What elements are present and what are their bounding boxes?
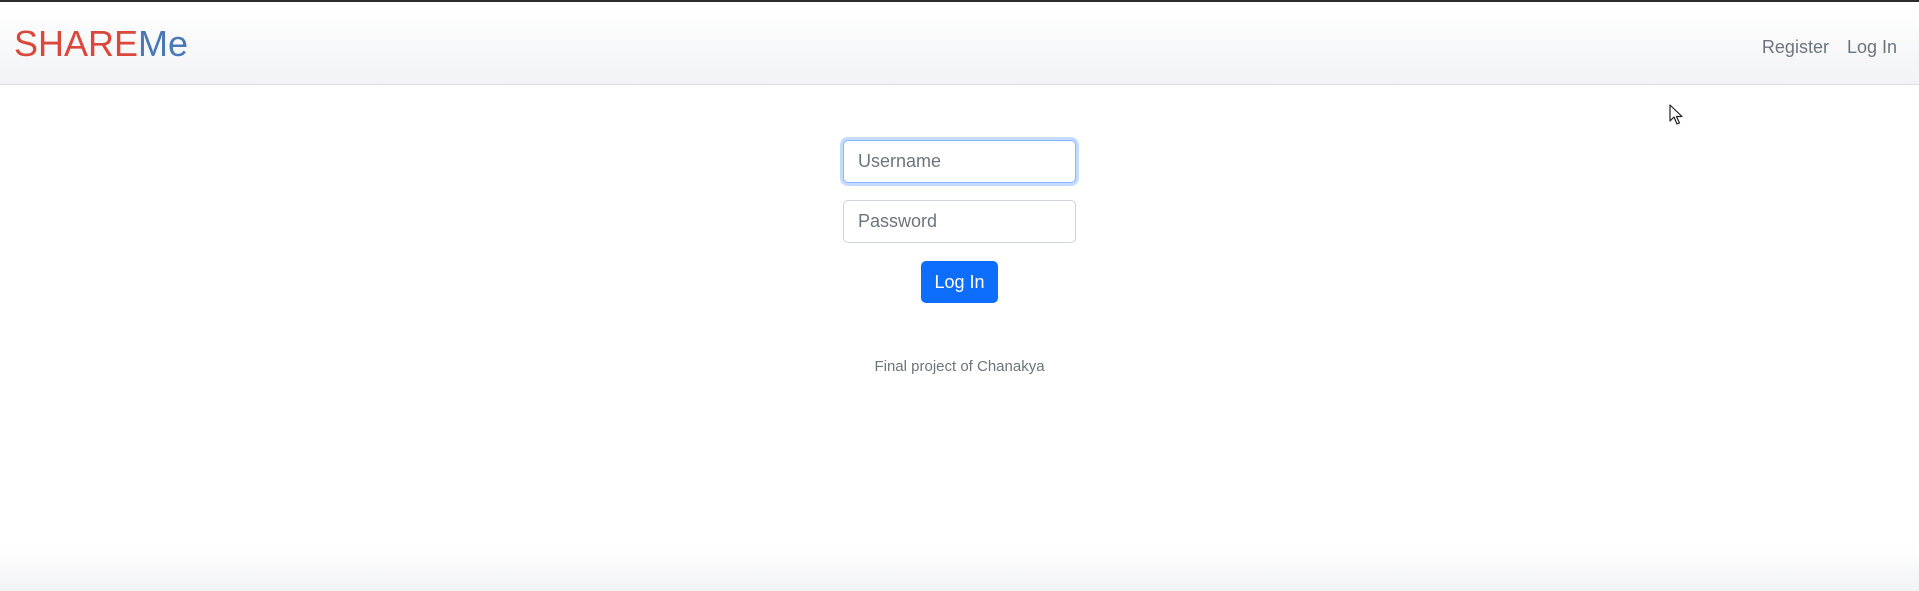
brand-text-share: SHARE (14, 23, 139, 64)
nav-links: Register Log In (1762, 36, 1897, 58)
password-input[interactable] (843, 200, 1076, 243)
login-link[interactable]: Log In (1847, 36, 1897, 58)
register-link[interactable]: Register (1762, 36, 1829, 58)
navbar: SHAREMe Register Log In (0, 2, 1919, 85)
footer-note: Final project of Chanakya (874, 358, 1045, 375)
login-submit-button[interactable]: Log In (921, 261, 998, 303)
brand-logo-link[interactable]: SHAREMe (14, 22, 188, 66)
username-input[interactable] (843, 140, 1076, 183)
mouse-pointer-icon (1669, 104, 1683, 125)
page-bottom-shade (0, 548, 1919, 591)
login-form (843, 140, 1076, 243)
brand-text-me: Me (138, 23, 189, 64)
